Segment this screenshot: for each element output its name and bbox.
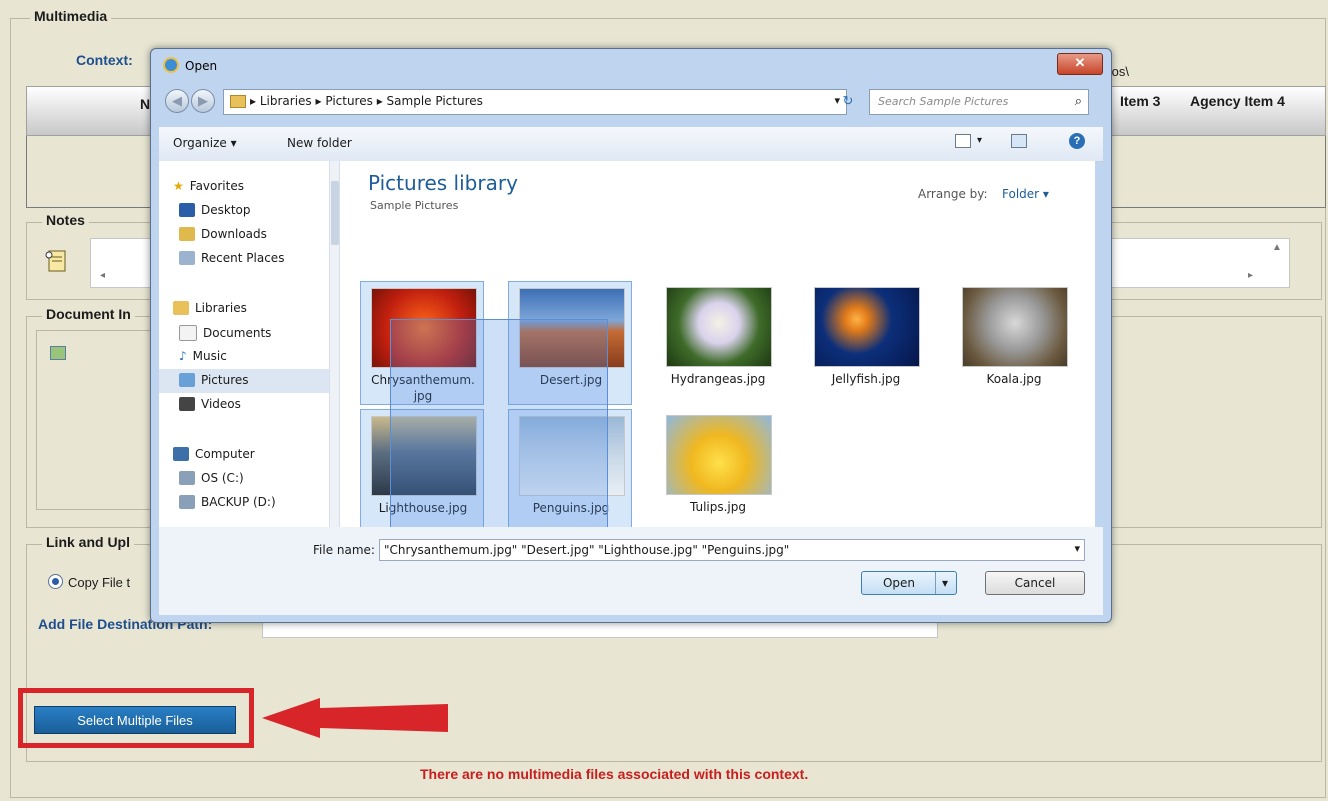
file-item[interactable]: Hydrangeas.jpg <box>656 281 780 405</box>
libraries-icon <box>173 301 189 315</box>
recent-places-icon <box>179 251 195 265</box>
nav-computer[interactable]: Computer <box>173 447 255 461</box>
videos-icon <box>179 397 195 411</box>
pictures-icon <box>179 373 195 387</box>
selection-rectangle <box>390 319 608 537</box>
chevron-down-icon[interactable]: ▾ <box>977 135 982 146</box>
hydrangeas-thumbnail <box>666 287 772 367</box>
downloads-icon <box>179 227 195 241</box>
arrange-by-dropdown[interactable]: Folder ▾ <box>1002 187 1049 201</box>
jellyfish-thumbnail <box>814 287 920 367</box>
file-name-input[interactable]: "Chrysanthemum.jpg" "Desert.jpg" "Lighth… <box>379 539 1085 561</box>
breadcrumb-sample-pictures[interactable]: Sample Pictures <box>387 94 483 108</box>
nav-scrollbar[interactable] <box>329 161 339 527</box>
select-multiple-files-button[interactable]: Select Multiple Files <box>34 706 236 734</box>
documents-icon <box>179 325 197 341</box>
copy-file-label: Copy File t <box>68 575 131 590</box>
nav-downloads[interactable]: Downloads <box>179 227 267 241</box>
no-files-message: There are no multimedia files associated… <box>420 766 809 782</box>
library-subtitle: Sample Pictures <box>370 199 459 212</box>
nav-documents[interactable]: Documents <box>179 325 271 341</box>
search-icon[interactable]: ⌕ <box>1075 93 1082 109</box>
nav-backup-drive[interactable]: BACKUP (D:) <box>179 495 276 509</box>
search-placeholder: Search Sample Pictures <box>878 95 1009 108</box>
context-label: Context: <box>76 52 133 68</box>
dialog-toolbar: Organize ▾ New folder ▾ ? <box>159 127 1103 162</box>
open-dialog: Open ✕ ◀ ▶ ▸ Libraries ▸ Pictures ▸ Samp… <box>150 48 1112 623</box>
table-col-item3: Item 3 <box>1120 93 1161 109</box>
file-item[interactable]: Koala.jpg <box>952 281 1076 405</box>
cancel-button[interactable]: Cancel <box>985 571 1085 595</box>
file-name-label: Koala.jpg <box>986 372 1042 386</box>
red-arrow-icon <box>262 696 452 740</box>
notes-scroll-up-icon[interactable]: ▲ <box>1272 242 1282 253</box>
dialog-footer: File name: "Chrysanthemum.jpg" "Desert.j… <box>159 527 1103 615</box>
document-legend: Document In <box>42 306 135 322</box>
file-item[interactable]: Jellyfish.jpg <box>804 281 928 405</box>
forward-button[interactable]: ▶ <box>191 89 215 113</box>
navigation-pane: ★ Favorites Desktop Downloads Recent Plac… <box>159 161 340 527</box>
copy-file-radio[interactable] <box>48 574 63 589</box>
organize-button[interactable]: Organize ▾ <box>173 136 237 150</box>
multimedia-legend: Multimedia <box>30 8 112 24</box>
desktop-icon <box>179 203 195 217</box>
file-name-label: File name: <box>313 543 375 557</box>
back-button[interactable]: ◀ <box>165 89 189 113</box>
breadcrumb-pictures[interactable]: Pictures <box>325 94 373 108</box>
table-col-agency-item4: Agency Item 4 <box>1190 93 1285 109</box>
star-icon: ★ <box>173 179 184 193</box>
nav-music[interactable]: ♪ Music <box>179 349 227 363</box>
chevron-right-icon: ▸ <box>250 94 260 108</box>
file-list-area: Pictures library Sample Pictures Arrange… <box>340 161 1095 537</box>
notes-legend: Notes <box>42 212 89 228</box>
view-options-icon[interactable] <box>955 134 971 148</box>
document-preview <box>36 330 156 510</box>
nav-libraries[interactable]: Libraries <box>173 301 247 315</box>
nav-videos[interactable]: Videos <box>179 397 241 411</box>
search-input[interactable]: Search Sample Pictures ⌕ <box>869 89 1089 115</box>
dialog-title: Open <box>185 59 218 73</box>
table-col-partial: N <box>140 96 151 112</box>
file-item[interactable]: Tulips.jpg <box>656 409 780 533</box>
breadcrumb-libraries[interactable]: Libraries <box>260 94 312 108</box>
nav-recent-places[interactable]: Recent Places <box>179 251 284 265</box>
help-icon[interactable]: ? <box>1069 133 1085 149</box>
file-name-label: Hydrangeas.jpg <box>670 372 766 386</box>
ie-logo-icon <box>163 57 179 73</box>
close-icon[interactable]: ✕ <box>1057 53 1103 75</box>
chevron-down-icon[interactable]: ▾ <box>935 572 954 594</box>
koala-thumbnail <box>962 287 1068 367</box>
notes-icon <box>44 248 70 274</box>
nav-favorites[interactable]: ★ Favorites <box>173 179 244 193</box>
notes-scroll-left-icon[interactable]: ◂ <box>100 270 105 281</box>
drive-icon <box>179 471 195 485</box>
nav-pictures[interactable]: Pictures <box>179 373 249 387</box>
preview-pane-icon[interactable] <box>1011 134 1027 148</box>
computer-icon <box>173 447 189 461</box>
open-button[interactable]: Open ▾ <box>861 571 957 595</box>
nav-os-drive[interactable]: OS (C:) <box>179 471 244 485</box>
link-upload-legend: Link and Upl <box>42 534 134 550</box>
new-folder-button[interactable]: New folder <box>287 136 352 150</box>
address-bar[interactable]: ▸ Libraries ▸ Pictures ▸ Sample Pictures… <box>223 89 847 115</box>
arrange-label: Arrange by: <box>918 187 988 201</box>
nav-desktop[interactable]: Desktop <box>179 203 251 217</box>
tulips-thumbnail <box>666 415 772 495</box>
chevron-down-icon[interactable]: ▾ <box>1074 542 1080 555</box>
music-icon: ♪ <box>179 349 187 363</box>
file-name-label: Tulips.jpg <box>689 500 747 514</box>
library-title: Pictures library <box>368 171 518 195</box>
file-name-label: Jellyfish.jpg <box>831 372 901 386</box>
refresh-button[interactable]: ↻ <box>835 89 861 113</box>
notes-scroll-right-icon[interactable]: ▸ <box>1248 270 1253 281</box>
folder-icon <box>230 95 246 108</box>
drive-icon <box>179 495 195 509</box>
